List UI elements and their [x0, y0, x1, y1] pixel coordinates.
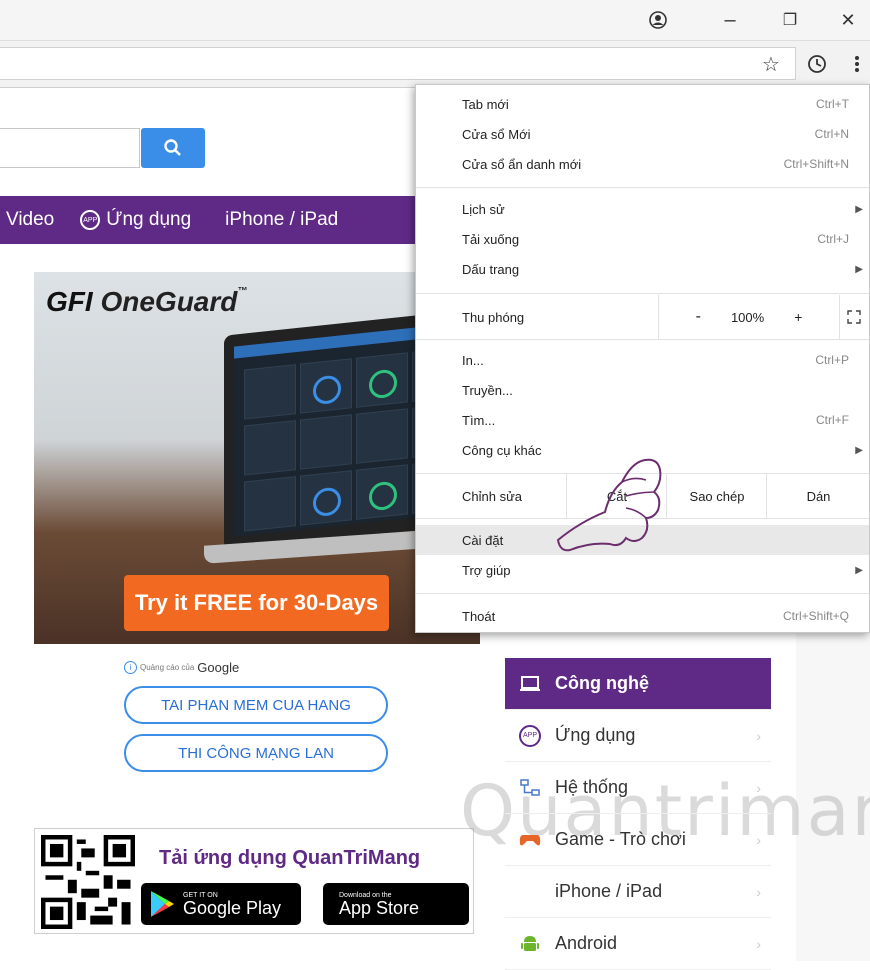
nav-item-label: iPhone / iPad [225, 209, 339, 230]
zoom-out-button[interactable]: - [696, 308, 701, 326]
nav-item-video[interactable]: Video [6, 209, 54, 231]
ad-link-button[interactable]: TAI PHAN MEM CUA HANG [124, 686, 388, 724]
nav-item-apps[interactable]: APP Ứng dụng [80, 209, 191, 231]
category-item-iphone[interactable]: iPhone / iPad › [505, 866, 771, 918]
submenu-arrow-icon: ▶ [855, 564, 863, 576]
ad-cta-button[interactable]: Try it FREE for 30-Days [124, 575, 389, 631]
clock-icon[interactable] [802, 49, 832, 79]
category-label: Android [555, 933, 618, 953]
apple-icon [519, 881, 541, 903]
category-label: Ứng dụng [555, 725, 636, 745]
menu-item-zoom: Thu phóng - 100% + [416, 295, 869, 339]
app-download-promo: Tải ứng dụng QuanTriMang GET IT ON Google… [34, 828, 474, 934]
menu-item-print[interactable]: In... Ctrl+P [416, 345, 869, 375]
submenu-arrow-icon: ▶ [855, 444, 863, 456]
search-icon [164, 139, 181, 156]
menu-item-new-tab[interactable]: Tab mới Ctrl+T [416, 89, 869, 119]
category-item-games[interactable]: Game - Trò chơi › [505, 814, 771, 866]
address-bar[interactable]: ☆ [0, 47, 796, 80]
fullscreen-icon[interactable] [838, 295, 869, 339]
three-dot-menu-icon[interactable] [842, 49, 870, 79]
ad-link-button[interactable]: THI CÔNG MẠNG LAN [124, 734, 388, 772]
category-nav-bar: Video APP Ứng dụng iPhone / iPad [0, 196, 416, 244]
window-title-bar: – ❐ ✕ [0, 0, 870, 40]
zoom-in-button[interactable]: + [794, 309, 802, 325]
chevron-right-icon: › [756, 831, 761, 848]
qr-code-icon [41, 835, 135, 929]
menu-separator [416, 293, 869, 294]
nav-item-label: Ứng dụng [106, 209, 192, 230]
menu-item-history[interactable]: Lịch sử ▶ [416, 194, 869, 224]
menu-item-cast[interactable]: Truyền... [416, 375, 869, 405]
copy-button[interactable]: Sao chép [666, 474, 767, 518]
menu-item-exit[interactable]: Thoát Ctrl+Shift+Q [416, 601, 869, 631]
category-item-android[interactable]: Android › [505, 918, 771, 970]
menu-separator [416, 339, 869, 340]
network-icon [519, 777, 541, 799]
pointing-hand-icon [556, 458, 662, 552]
nav-item-iphone[interactable]: iPhone / iPad [217, 209, 338, 231]
google-play-icon [151, 891, 174, 917]
category-item-system[interactable]: Hệ thống › [505, 762, 771, 814]
zoom-level: 100% [730, 309, 765, 325]
account-icon[interactable] [636, 4, 680, 36]
app-icon: APP [519, 724, 541, 747]
category-label: Công nghệ [555, 673, 649, 693]
chevron-right-icon: › [756, 727, 761, 744]
restore-button[interactable]: ❐ [768, 4, 812, 36]
info-icon: i [124, 661, 137, 674]
menu-separator [416, 593, 869, 594]
minimize-button[interactable]: – [708, 4, 752, 36]
gamepad-icon [519, 829, 541, 851]
menu-item-incognito-window[interactable]: Cửa sổ ẩn danh mới Ctrl+Shift+N [416, 149, 869, 179]
search-input[interactable] [0, 128, 140, 168]
category-item-technology[interactable]: Công nghệ [505, 658, 771, 710]
android-icon [519, 933, 541, 955]
close-button[interactable]: ✕ [826, 4, 870, 36]
category-label: Game - Trò chơi [555, 829, 686, 849]
google-play-button[interactable]: GET IT ON Google Play [141, 883, 301, 925]
submenu-arrow-icon: ▶ [855, 203, 863, 215]
category-item-apps[interactable]: APP Ứng dụng › [505, 710, 771, 762]
ad-logo: GFI OneGuard™ [46, 286, 248, 317]
menu-separator [416, 187, 869, 188]
category-list: Công nghệ APP Ứng dụng › Hệ thống › Game… [505, 658, 771, 970]
paste-button[interactable]: Dán [766, 474, 870, 518]
menu-item-new-window[interactable]: Cửa sổ Mới Ctrl+N [416, 119, 869, 149]
category-label: iPhone / iPad [555, 881, 663, 901]
chevron-right-icon: › [756, 779, 761, 796]
menu-item-find[interactable]: Tìm... Ctrl+F [416, 405, 869, 435]
search-button[interactable] [141, 128, 205, 168]
menu-item-bookmarks[interactable]: Dấu trang ▶ [416, 254, 869, 284]
app-icon: APP [80, 210, 101, 230]
advertisement-banner[interactable]: GFI OneGuard™ Try it FREE for 30-Days [34, 272, 480, 644]
submenu-arrow-icon: ▶ [855, 263, 863, 275]
chevron-right-icon: › [756, 935, 761, 952]
chevron-right-icon: › [756, 883, 761, 900]
star-icon[interactable]: ☆ [756, 49, 786, 79]
menu-item-downloads[interactable]: Tải xuống Ctrl+J [416, 224, 869, 254]
promo-title: Tải ứng dụng QuanTriMang [159, 847, 421, 869]
laptop-icon [519, 673, 541, 695]
category-label: Hệ thống [555, 777, 629, 797]
nav-item-label: Video [6, 209, 55, 230]
ad-choices-label[interactable]: i Quảng cáo của Google [124, 660, 239, 675]
app-store-button[interactable]: Download on the App Store [323, 883, 469, 925]
